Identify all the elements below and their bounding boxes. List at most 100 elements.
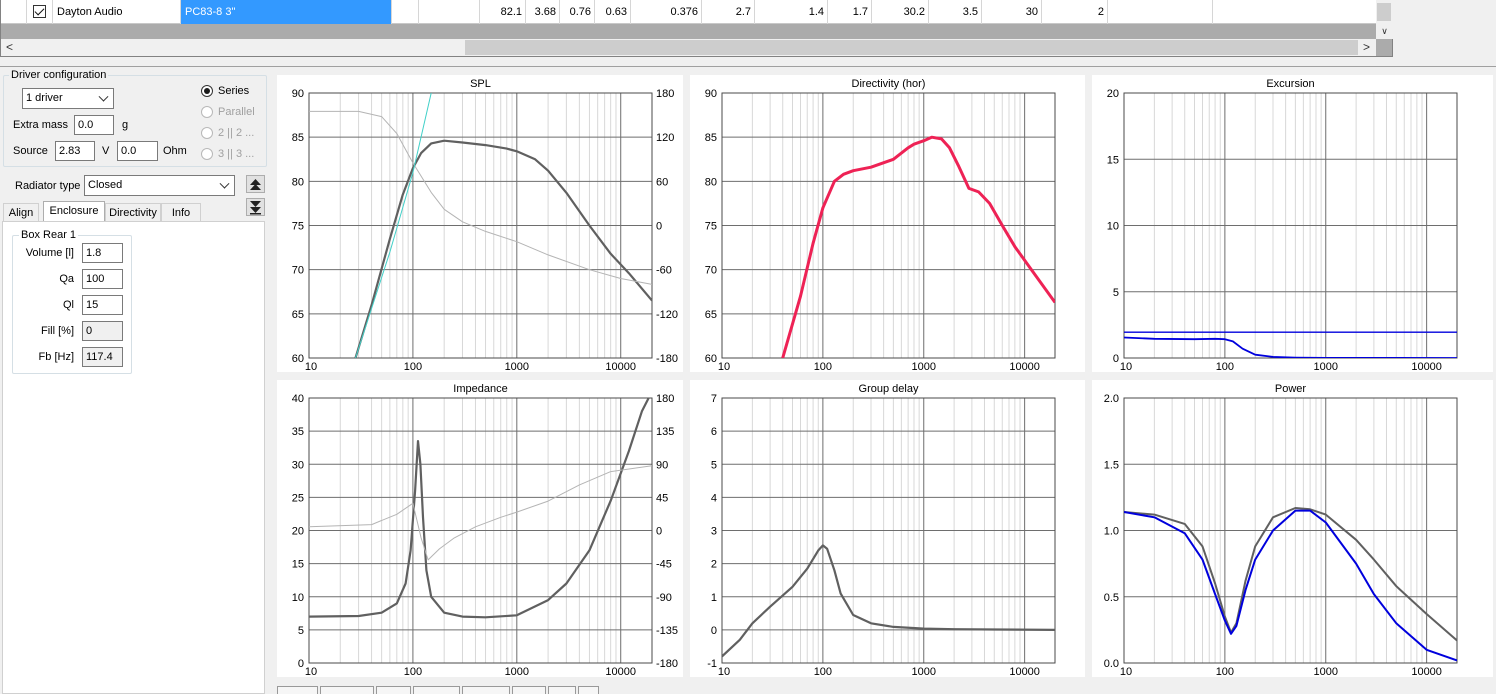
- y-tick-label: 6: [711, 426, 717, 438]
- color-legend-bar: [277, 686, 601, 694]
- value-cell[interactable]: 3.5: [929, 0, 982, 24]
- color-chip[interactable]: [462, 686, 510, 694]
- y-tick-label: 4: [711, 492, 717, 504]
- y-tick-label: 60: [292, 353, 304, 365]
- y-tick-label: 1.0: [1104, 526, 1119, 538]
- color-chip[interactable]: [376, 686, 411, 694]
- brand-cell[interactable]: Dayton Audio: [53, 0, 181, 24]
- row-checkbox-cell[interactable]: [27, 0, 53, 24]
- y2-tick-label: -180: [656, 658, 678, 670]
- x-tick-label: 100: [1216, 666, 1234, 677]
- row-checkbox[interactable]: [33, 5, 46, 18]
- value-cell[interactable]: 0.376: [631, 0, 702, 24]
- tab-enclosure[interactable]: Enclosure: [43, 201, 105, 222]
- tab-align[interactable]: Align: [3, 203, 39, 222]
- y2-tick-label: 90: [656, 459, 668, 471]
- series-line: [309, 398, 650, 619]
- source-voltage-input[interactable]: 2.83: [55, 141, 95, 161]
- tab-directivity[interactable]: Directivity: [105, 203, 161, 222]
- value-cell[interactable]: 82.1: [480, 0, 526, 24]
- scroll-down-button[interactable]: ∨: [1376, 23, 1393, 39]
- value-cell[interactable]: 1.7: [828, 0, 872, 24]
- chart-title: Excursion: [1266, 78, 1314, 90]
- value-cell[interactable]: 30.2: [872, 0, 929, 24]
- arrow-up-icon: [250, 179, 261, 190]
- volume-input[interactable]: 1.8: [82, 243, 123, 263]
- value-cell[interactable]: 3.68: [526, 0, 560, 24]
- x-tick-label: 1000: [505, 361, 529, 372]
- excursion-chart[interactable]: Excursion2015105010 100 1000 10000: [1092, 75, 1493, 372]
- x-tick-label: 10: [305, 666, 317, 677]
- value-cell[interactable]: 2.7: [702, 0, 755, 24]
- y2-tick-label: 45: [656, 492, 668, 504]
- source-resistance-input[interactable]: 0.0: [117, 141, 158, 161]
- color-chip[interactable]: [511, 686, 547, 694]
- wiring-3x3-radio[interactable]: 3 || 3 ...: [200, 147, 254, 161]
- series-line: [722, 544, 1055, 658]
- color-chip[interactable]: [578, 686, 600, 694]
- wiring-2x2-radio[interactable]: 2 || 2 ...: [200, 126, 254, 140]
- value-cell[interactable]: 1.4: [755, 0, 828, 24]
- impedance-chart[interactable]: Impedance 40 35 30 25 20 15 10 5 0 180 135 90 45 0 -45 -…: [277, 380, 683, 677]
- directivity-chart[interactable]: Directivity (hor) 90 85 80 75 70 65 6010 100 1000…: [690, 75, 1085, 372]
- x-tick-label: 10: [305, 361, 317, 372]
- scroll-left-button[interactable]: <: [1, 39, 18, 56]
- x-tick-label: 10000: [1411, 666, 1442, 677]
- move-down-button[interactable]: [246, 198, 265, 216]
- move-up-button[interactable]: [246, 175, 265, 193]
- empty-cell[interactable]: [419, 0, 480, 24]
- extra-mass-input[interactable]: 0.0: [74, 115, 114, 135]
- x-tick-label: 1000: [912, 666, 936, 677]
- value-cell[interactable]: 0.76: [560, 0, 595, 24]
- volume-label: Volume [l]: [25, 247, 74, 259]
- table-row[interactable]: Dayton Audio PC83-8 3" 82.1 3.68 0.76 0.…: [1, 0, 1376, 24]
- y-tick-label: 15: [292, 559, 304, 571]
- radiator-type-select[interactable]: Closed: [84, 175, 235, 196]
- empty-cell[interactable]: [392, 0, 419, 24]
- y2-tick-label: 180: [656, 393, 674, 405]
- model-cell[interactable]: PC83-8 3": [181, 0, 392, 24]
- empty-cell[interactable]: [1213, 0, 1376, 24]
- color-chip[interactable]: [412, 686, 461, 694]
- y-tick-label: 75: [292, 221, 304, 233]
- fill-input[interactable]: 0: [82, 321, 123, 341]
- driver-count-select[interactable]: 1 driver: [22, 88, 114, 109]
- vertical-scrollbar[interactable]: ∨: [1376, 0, 1393, 39]
- y-tick-label: 2.0: [1104, 393, 1119, 405]
- x-tick-label: 100: [1216, 361, 1234, 372]
- y2-tick-label: -90: [656, 592, 672, 604]
- radio-label: Series: [218, 85, 250, 97]
- qa-input[interactable]: 100: [82, 269, 123, 289]
- value-cell[interactable]: 0.63: [595, 0, 631, 24]
- empty-cell[interactable]: [1108, 0, 1213, 24]
- y-tick-label: 15: [1107, 154, 1119, 166]
- parallel-radio[interactable]: Parallel: [200, 105, 255, 119]
- unit-label: Ohm: [163, 145, 187, 157]
- scroll-right-button[interactable]: >: [1358, 39, 1375, 56]
- row-header[interactable]: [1, 0, 27, 24]
- y2-tick-label: -180: [656, 353, 678, 365]
- tab-info[interactable]: Info: [161, 203, 201, 222]
- fb-input[interactable]: 117.4: [82, 347, 123, 367]
- series-radio[interactable]: Series: [200, 84, 249, 98]
- color-chip[interactable]: [277, 686, 319, 694]
- y2-tick-label: 0: [656, 526, 662, 538]
- value-cell[interactable]: 2: [1042, 0, 1108, 24]
- value-cell[interactable]: 30: [982, 0, 1042, 24]
- x-tick-label: 1000: [1314, 666, 1338, 677]
- scroll-thumb[interactable]: [465, 40, 1358, 55]
- unit-label: g: [122, 119, 129, 131]
- color-chip[interactable]: [548, 686, 577, 694]
- enclosure-tab-panel: Box Rear 1 Volume [l] 1.8 Qa 100 Ql 15 F…: [2, 221, 265, 694]
- grid-lines: [308, 92, 652, 359]
- ql-input[interactable]: 15: [82, 295, 123, 315]
- power-chart[interactable]: Power 2.0 1.5 1.0 0.5 0.010 100 1000 10000: [1092, 380, 1493, 677]
- series-line: [1124, 336, 1457, 358]
- color-chip[interactable]: [320, 686, 375, 694]
- y-tick-label: 0.0: [1104, 658, 1119, 670]
- spl-chart[interactable]: SPL 90 85 80 75 70 65 60 180 120 60 0 -60 -120 -180 10 1…: [277, 75, 683, 372]
- scroll-thumb[interactable]: [1377, 3, 1391, 21]
- group-delay-chart[interactable]: Group delay76543210-110 100 1000 10000: [690, 380, 1085, 677]
- horizontal-scrollbar[interactable]: < >: [1, 39, 1376, 56]
- ql-label: Ql: [63, 299, 74, 311]
